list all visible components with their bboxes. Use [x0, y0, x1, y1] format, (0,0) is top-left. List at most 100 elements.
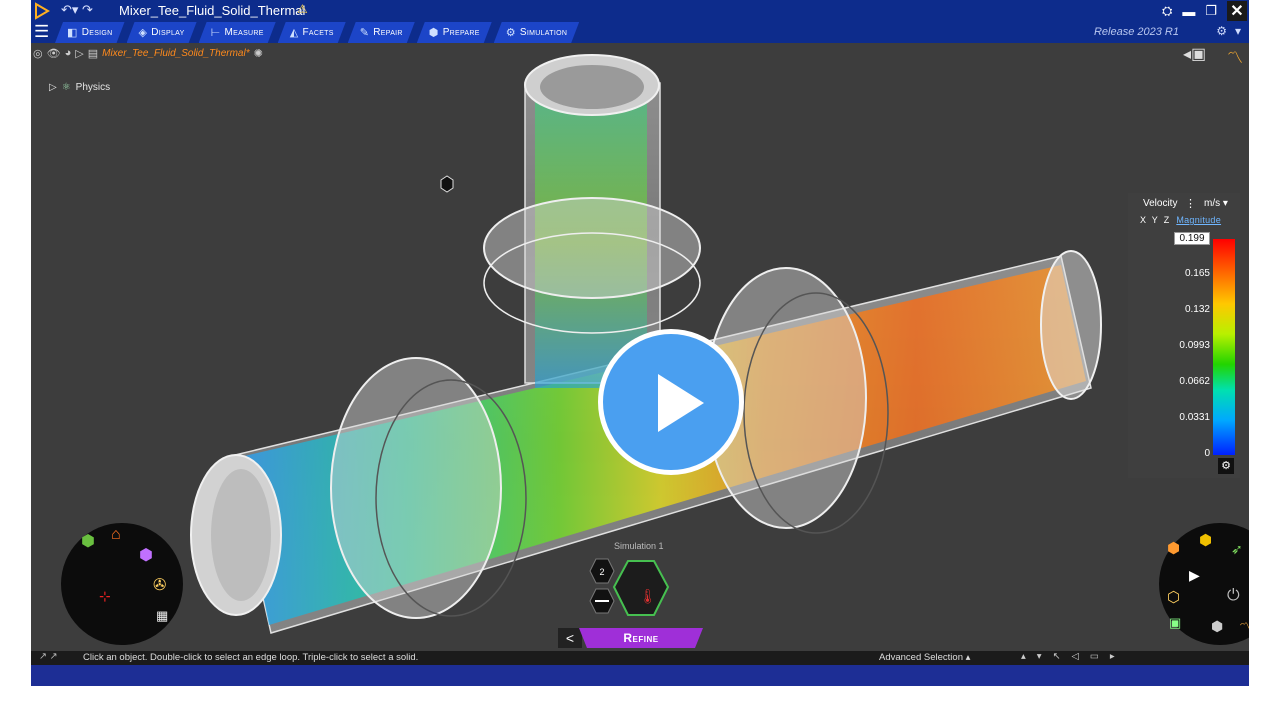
facets-tab-icon: ◭: [289, 27, 299, 39]
app-window: ↶▾ ↷ Mixer_Tee_Fluid_Solid_Thermal ⚠ ⛭ ▬…: [31, 0, 1249, 686]
repair-tab-icon: ✎: [359, 27, 370, 39]
tab-measure[interactable]: ⊢ Measure: [199, 22, 276, 43]
panel-toggle-icon[interactable]: ◂▣: [1183, 44, 1206, 64]
undo-icon[interactable]: ↶▾ ↷: [61, 2, 93, 18]
release-label: Release 2023 R1: [1093, 26, 1179, 38]
chart-line-icon[interactable]: 〽: [1239, 618, 1249, 638]
axis-y-toggle[interactable]: Y: [1152, 215, 1158, 225]
color-scale-bar: [1213, 239, 1235, 455]
tab-strip: ◧ Design ◈ Display ⊢ Measure ◭ Facets ✎ Repair ⬢ Pr…: [55, 22, 581, 43]
cube-white-icon[interactable]: ⬢: [1211, 618, 1223, 635]
legend-tick: 0.165: [1184, 268, 1210, 279]
video-progress-bar[interactable]: [31, 665, 1249, 686]
warning-icon[interactable]: ⚠: [297, 2, 308, 16]
legend-tick: 0: [1204, 448, 1210, 459]
tab-label: Facets: [302, 27, 334, 38]
status-message: Click an object. Double-click to select …: [83, 652, 419, 663]
advanced-selection-menu[interactable]: Advanced Selection ▴: [879, 652, 970, 663]
arrow-tool-icon[interactable]: ➶: [1231, 541, 1243, 558]
advanced-selection-label: Advanced Selection: [879, 652, 963, 663]
triangle-down-icon[interactable]: ▾: [1037, 651, 1042, 662]
axis-z-toggle[interactable]: Z: [1164, 215, 1170, 225]
document-name[interactable]: Mixer_Tee_Fluid_Solid_Thermal*: [102, 48, 249, 59]
play-icon: [658, 374, 704, 432]
view-gizmo-left: ⬢ ⌂ ⬢ ✇ ▦ ⊹: [61, 523, 183, 645]
document-icon: ▤: [87, 47, 99, 60]
ribbon-right-icons: ⚙ ▾: [1216, 24, 1241, 38]
prepare-tab-icon: ⬢: [428, 27, 439, 39]
tab-design[interactable]: ◧ Design: [55, 22, 125, 43]
workflow-hex-group: 2 🌡: [589, 558, 670, 616]
display-tab-icon: ◈: [138, 27, 148, 39]
breadcrumb: ◎ 👁 ◕ ▷ ▤ Mixer_Tee_Fluid_Solid_Thermal*…: [33, 45, 263, 61]
legend-tick[interactable]: 0.199: [1174, 232, 1210, 245]
mute-icon[interactable]: ◁: [1072, 651, 1079, 662]
home-icon[interactable]: ⌂: [111, 526, 121, 544]
cube-stack-icon[interactable]: ⬢: [1167, 539, 1180, 557]
minimize-button[interactable]: ▬: [1182, 4, 1195, 19]
legend-quantity[interactable]: Velocity: [1143, 198, 1177, 209]
cube-yellow-icon[interactable]: ⬢: [1199, 531, 1212, 549]
legend-tick: 0.0331: [1179, 412, 1210, 423]
refine-stage-button[interactable]: Refine: [579, 628, 703, 648]
target-icon[interactable]: ◎: [33, 47, 43, 60]
power-icon[interactable]: ⏻: [1227, 587, 1240, 605]
window-title: Mixer_Tee_Fluid_Solid_Thermal: [119, 3, 306, 18]
tab-prepare[interactable]: ⬢ Prepare: [417, 22, 492, 43]
tab-display[interactable]: ◈ Display: [127, 22, 197, 43]
close-button[interactable]: ✕: [1227, 1, 1247, 21]
cloud-icon[interactable]: ⛭: [1162, 3, 1172, 19]
mesh-icon[interactable]: ⬡: [1167, 588, 1180, 606]
magnitude-toggle[interactable]: Magnitude: [1176, 215, 1221, 225]
window-controls: ⛭ ▬ ❐ ✕: [1162, 0, 1247, 22]
axis-triad-icon[interactable]: ⊹: [99, 588, 111, 605]
color-wheel-icon[interactable]: ◕: [65, 47, 72, 59]
tree-item-label: Physics: [75, 82, 111, 93]
comment-count: 2: [599, 567, 604, 577]
physics-icon: ⚛: [61, 82, 71, 93]
design-tab-icon: ◧: [67, 27, 78, 39]
physics-hex-button[interactable]: [612, 560, 670, 616]
ribbon-tabs: ☰ ◧ Design ◈ Display ⊢ Measure ◭ Facets ✎ Repair ⬢…: [31, 22, 1249, 43]
chevron-down-icon[interactable]: ▾: [1235, 24, 1241, 38]
brain-icon[interactable]: ✺: [254, 47, 263, 60]
legend-unit: m/s: [1204, 198, 1221, 209]
results-chart-icon[interactable]: 〽: [1227, 44, 1243, 68]
play-circle-icon[interactable]: ▶: [1189, 567, 1200, 584]
tab-simulation[interactable]: ⚙ Simulation: [494, 22, 579, 43]
velocity-legend: Velocity ⋮ m/s ▾ X Y Z Magnitude 0.199 0.…: [1128, 193, 1240, 478]
legend-unit-select[interactable]: m/s ▾: [1204, 198, 1228, 209]
discovery-logo-icon[interactable]: [33, 2, 51, 20]
cursor-icon[interactable]: ↖: [1053, 651, 1061, 662]
status-right-icons: ▴ ▾ ↖ ◁ ▭ ▸: [1021, 651, 1115, 662]
restore-button[interactable]: ❐: [1205, 3, 1217, 19]
legend-tick: 0.0662: [1179, 376, 1210, 387]
axis-x-toggle[interactable]: X: [1140, 215, 1146, 225]
checker-icon[interactable]: ▦: [156, 608, 168, 624]
tab-label: Display: [151, 27, 185, 38]
eye-icon[interactable]: 👁: [47, 47, 61, 60]
menu-icon[interactable]: ☰: [34, 23, 50, 41]
image-icon[interactable]: ▣: [1169, 615, 1181, 631]
tab-repair[interactable]: ✎ Repair: [348, 22, 415, 43]
tree-item-physics[interactable]: ▷ ⚛ Physics: [49, 82, 110, 93]
status-tool-icon[interactable]: ↗ ↗: [39, 651, 58, 662]
cube-purple-icon[interactable]: ⬢: [139, 545, 153, 565]
3d-viewport[interactable]: ◎ 👁 ◕ ▷ ▤ Mixer_Tee_Fluid_Solid_Thermal*…: [31, 43, 1249, 653]
video-play-button[interactable]: [598, 329, 744, 475]
tab-facets[interactable]: ◭ Facets: [278, 22, 346, 43]
expand-icon[interactable]: ▷: [49, 82, 57, 93]
more-icon[interactable]: ⋮: [1185, 197, 1196, 210]
settings-icon[interactable]: ⚙: [1216, 24, 1227, 38]
expand-right-icon[interactable]: ▸: [1110, 651, 1115, 662]
simulation-label: Simulation 1: [614, 541, 664, 551]
chevron-right-icon[interactable]: ▷: [75, 47, 83, 60]
cube-green-icon[interactable]: ⬢: [81, 531, 95, 551]
refine-back-button[interactable]: <: [558, 628, 582, 648]
window-icon[interactable]: ▭: [1090, 651, 1099, 662]
hex-marker-icon[interactable]: [440, 175, 454, 193]
simulation-tab-icon: ⚙: [505, 27, 516, 39]
triangle-up-icon[interactable]: ▴: [1021, 651, 1026, 662]
film-reel-icon[interactable]: ✇: [153, 575, 166, 595]
gear-icon[interactable]: ⚙: [1218, 458, 1234, 474]
